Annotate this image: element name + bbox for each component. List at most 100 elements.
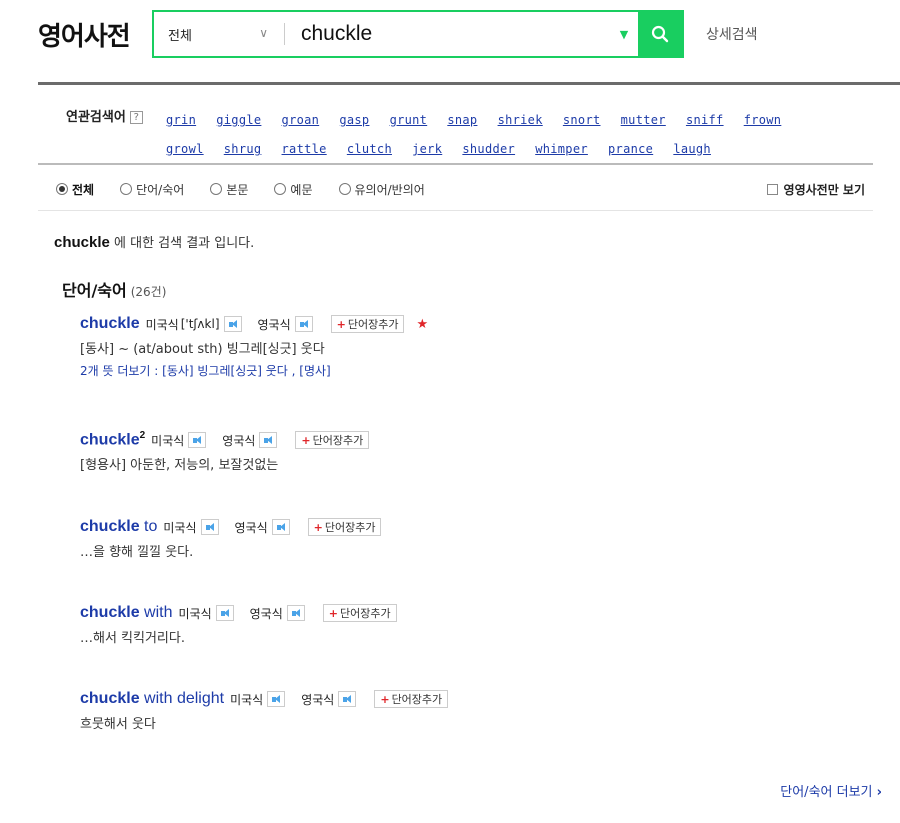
advanced-search-link[interactable]: 상세검색 — [706, 24, 758, 44]
entry-word-link[interactable]: chuckle with delight — [80, 690, 224, 708]
pron-uk-label: 영국식 — [257, 317, 291, 332]
search-box: 전체 ∨ ▼ — [152, 10, 684, 58]
filter-label: 유의어/반의어 — [354, 182, 425, 197]
search-input[interactable] — [285, 12, 610, 56]
entry-head: chuckle with 미국식 영국식 + 단어장추가 — [80, 601, 860, 625]
add-label: 단어장추가 — [391, 693, 443, 706]
entry-word-link[interactable]: chuckle with — [80, 604, 173, 622]
related-word-link[interactable]: groan — [282, 113, 320, 127]
pron-us-label: 미국식 — [145, 317, 179, 332]
related-words-list: grin giggle groan gasp grunt snap shriek… — [166, 106, 826, 164]
related-label-text: 연관검색어 — [66, 110, 126, 125]
speaker-icon[interactable] — [338, 691, 357, 707]
chevron-down-icon: ∨ — [259, 26, 268, 40]
filter-label: 본문 — [226, 182, 249, 197]
filter-synonyms[interactable]: 유의어/반의어 — [338, 181, 425, 198]
filter-label: 단어/숙어 — [136, 182, 185, 197]
speaker-icon[interactable] — [294, 316, 313, 332]
dictionary-entry: chuckle 미국식 ['tʃʌkl] 영국식 + 단어장추가 ★ [동사] ~… — [80, 312, 860, 380]
eng-eng-only-toggle[interactable]: 영영사전만 보기 — [766, 181, 865, 198]
related-word-link[interactable]: jerk — [412, 142, 442, 156]
help-icon[interactable]: ? — [129, 111, 143, 124]
dictionary-logo[interactable]: 영어사전 — [38, 16, 131, 53]
related-word-link[interactable]: snap — [447, 113, 477, 127]
related-word-link[interactable]: growl — [166, 142, 204, 156]
related-word-link[interactable]: clutch — [347, 142, 392, 156]
more-meanings-link[interactable]: 2개 뜻 더보기 : [동사] 빙그레[싱긋] 웃다 , [명사] — [80, 362, 860, 380]
related-word-link[interactable]: mutter — [621, 113, 666, 127]
header-divider — [38, 82, 900, 85]
filter-examples[interactable]: 예문 — [274, 181, 313, 198]
related-word-link[interactable]: shudder — [462, 142, 515, 156]
related-word-link[interactable]: sniff — [686, 113, 724, 127]
autocomplete-toggle-icon[interactable]: ▼ — [610, 28, 638, 41]
header: 영어사전 전체 ∨ ▼ 상세검색 — [0, 0, 900, 84]
filter-body[interactable]: 본문 — [210, 181, 248, 198]
related-word-link[interactable]: snort — [563, 113, 601, 127]
related-word-link[interactable]: giggle — [216, 113, 261, 127]
filter-divider — [38, 210, 873, 211]
related-word-link[interactable]: laugh — [673, 142, 711, 156]
speaker-icon[interactable] — [200, 519, 219, 535]
search-button[interactable] — [638, 12, 682, 56]
entry-word-suffix: with delight — [139, 690, 225, 707]
filter-words-idioms[interactable]: 단어/숙어 — [120, 181, 184, 198]
entry-word: chuckle — [80, 315, 140, 332]
speaker-icon[interactable] — [188, 432, 207, 448]
speaker-icon[interactable] — [271, 519, 290, 535]
entry-word: chuckle — [80, 690, 140, 707]
entry-meaning: …을 향해 낄낄 웃다. — [80, 545, 194, 560]
entry-word-link[interactable]: chuckle — [80, 315, 140, 333]
dictionary-entry: chuckle with delight 미국식 영국식 + 단어장추가 흐뭇해서… — [80, 687, 860, 735]
entry-head: chuckle to 미국식 영국식 + 단어장추가 — [80, 515, 860, 539]
entry-meaning: [형용사] 아둔한, 저능의, 보잘것없는 — [80, 458, 279, 473]
plus-icon: + — [313, 521, 323, 534]
entry-meaning: 흐뭇해서 웃다 — [80, 717, 156, 732]
related-word-link[interactable]: gasp — [339, 113, 369, 127]
eng-only-label: 영영사전만 보기 — [783, 183, 865, 197]
related-word-link[interactable]: grin — [166, 113, 196, 127]
add-to-wordbook-button[interactable]: + 단어장추가 — [330, 315, 405, 333]
add-to-wordbook-button[interactable]: + 단어장추가 — [307, 518, 382, 536]
plus-icon: + — [380, 693, 390, 706]
related-divider — [38, 163, 873, 165]
star-icon: ★ — [416, 316, 429, 332]
speaker-icon[interactable] — [286, 605, 305, 621]
related-word-link[interactable]: shrug — [224, 142, 262, 156]
more-words-label: 단어/숙어 더보기 — [780, 785, 873, 800]
filter-all[interactable]: 전체 — [56, 181, 94, 198]
entry-word-link[interactable]: chuckle2 — [80, 430, 145, 449]
entry-word: chuckle — [80, 431, 140, 449]
related-word-link[interactable]: grunt — [390, 113, 428, 127]
radio-icon — [338, 183, 351, 195]
entry-word-suffix: to — [139, 518, 158, 535]
speaker-icon[interactable] — [223, 316, 242, 332]
speaker-icon[interactable] — [267, 691, 286, 707]
pron-us-label: 미국식 — [178, 606, 212, 621]
related-word-link[interactable]: shriek — [498, 113, 543, 127]
search-scope-select[interactable]: 전체 ∨ — [154, 12, 284, 56]
entry-word-suffix: with — [139, 604, 173, 621]
pron-uk-label: 영국식 — [249, 606, 283, 621]
radio-icon — [274, 183, 287, 195]
speaker-icon[interactable] — [215, 605, 234, 621]
chevron-right-icon: › — [876, 785, 882, 800]
add-to-wordbook-button[interactable]: + 단어장추가 — [322, 604, 397, 622]
related-word-link[interactable]: whimper — [535, 142, 588, 156]
add-to-wordbook-button[interactable]: + 단어장추가 — [295, 431, 370, 449]
related-word-link[interactable]: frown — [744, 113, 782, 127]
more-words-link[interactable]: 단어/숙어 더보기 › — [780, 781, 882, 800]
entry-word: chuckle — [80, 604, 140, 621]
add-to-wordbook-button[interactable]: + 단어장추가 — [374, 690, 449, 708]
add-label: 단어장추가 — [324, 521, 376, 534]
dictionary-entry: chuckle with 미국식 영국식 + 단어장추가 …해서 킥킥거리다. — [80, 601, 860, 649]
plus-icon: + — [328, 607, 338, 620]
add-label: 단어장추가 — [347, 318, 399, 331]
entry-word-link[interactable]: chuckle to — [80, 518, 157, 536]
related-word-link[interactable]: rattle — [282, 142, 327, 156]
related-word-link[interactable]: prance — [608, 142, 653, 156]
result-summary: chuckle 에 대한 검색 결과 입니다. — [54, 232, 254, 251]
pronunciation: ['tʃʌkl] — [180, 317, 220, 331]
speaker-icon[interactable] — [259, 432, 278, 448]
entry-head: chuckle with delight 미국식 영국식 + 단어장추가 — [80, 687, 860, 711]
